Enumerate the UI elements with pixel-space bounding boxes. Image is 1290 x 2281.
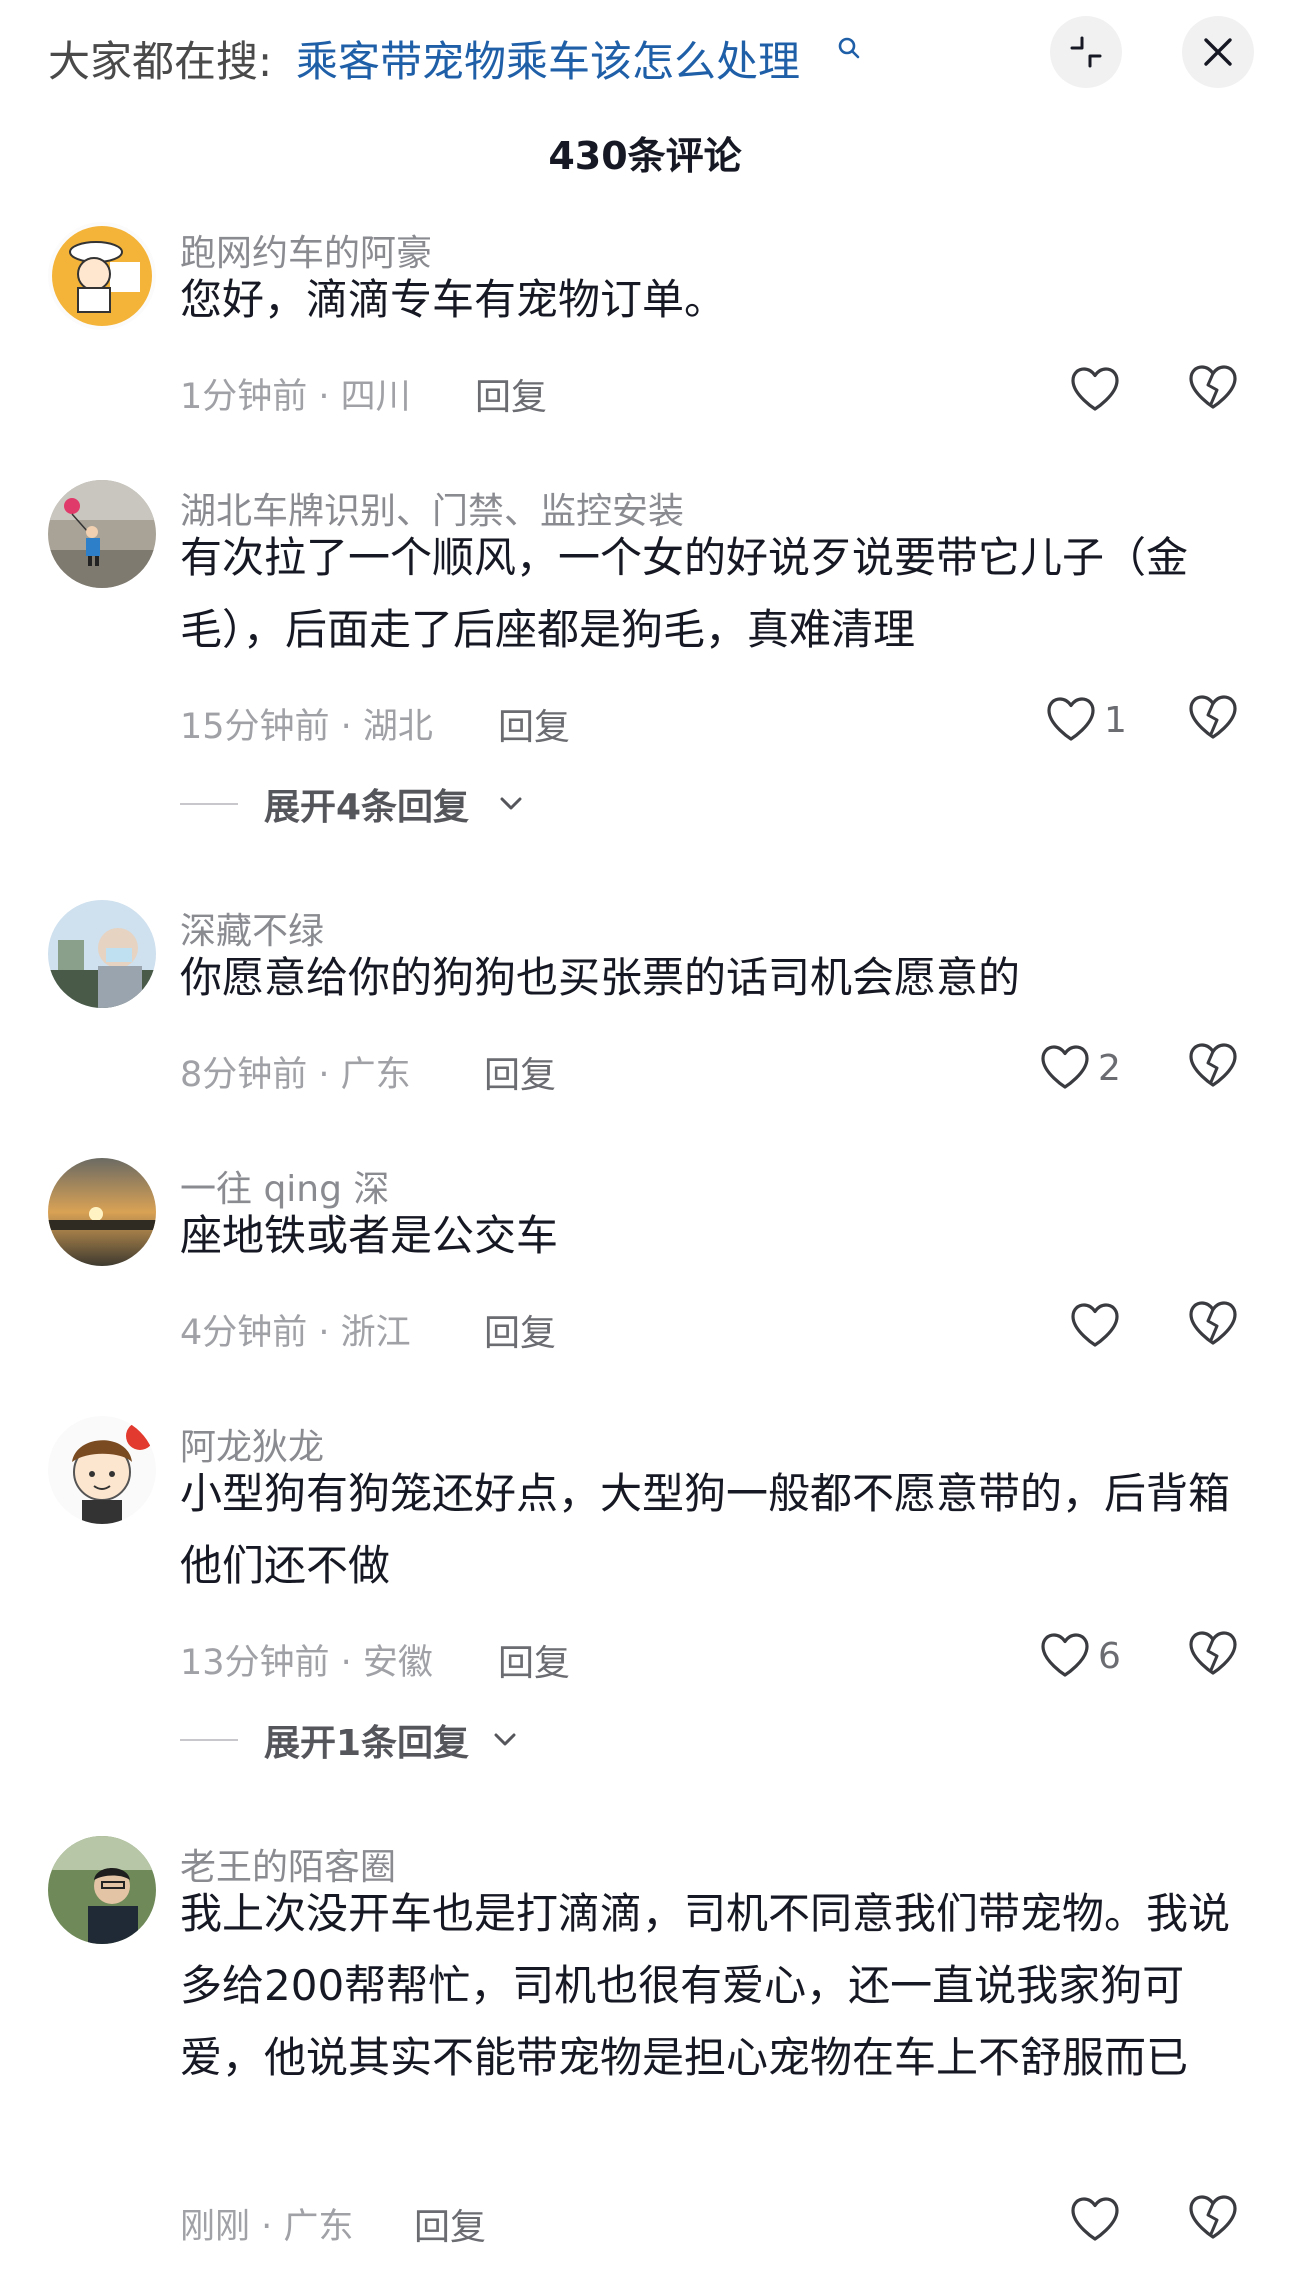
search-suggestion-link[interactable]: 乘客带宠物乘车该怎么处理 (296, 28, 800, 89)
dislike-button[interactable] (1188, 1300, 1244, 1356)
dislike-button[interactable] (1188, 364, 1244, 420)
comment-item: 一往 qing 深 座地铁或者是公交车 4分钟前 · 浙江 回复 (0, 1154, 1290, 1384)
heart-outline-icon (1047, 697, 1095, 741)
comment-time-location: 8分钟前 · 广东 (180, 1055, 411, 1095)
like-button[interactable]: 6 (1040, 1628, 1140, 1684)
like-button[interactable]: 2 (1040, 1040, 1140, 1096)
comment-text: 您好，滴滴专车有宠物订单。 (180, 275, 727, 324)
comment-item: 阿龙狄龙 小型狗有狗笼还好点，大型狗一般都不愿意带的，后背箱他们还不做 13分钟… (0, 1412, 1290, 1792)
reply-button[interactable]: 回复 (498, 1634, 570, 1686)
comment-text: 小型狗有狗笼还好点，大型狗一般都不愿意带的，后背箱他们还不做 (180, 1469, 1231, 1590)
comment-count: 430条评论 (548, 134, 742, 178)
reply-button[interactable]: 回复 (498, 698, 570, 750)
shrink-button[interactable] (1050, 16, 1122, 88)
expand-replies-button[interactable]: 展开4条回复 (180, 778, 560, 828)
reply-button[interactable]: 回复 (414, 2198, 486, 2250)
like-button[interactable] (1070, 2192, 1126, 2248)
chevron-down-icon (500, 797, 522, 810)
shrink-icon (1070, 36, 1102, 68)
reply-button[interactable]: 回复 (475, 368, 547, 420)
dislike-button[interactable] (1188, 1042, 1244, 1098)
broken-heart-icon (1189, 1043, 1237, 1087)
broken-heart-icon (1189, 365, 1237, 409)
reply-button[interactable]: 回复 (484, 1304, 556, 1356)
expand-divider (180, 1739, 238, 1741)
heart-outline-icon (1041, 1633, 1089, 1677)
close-button[interactable] (1182, 16, 1254, 88)
expand-replies-label: 展开1条回复 (264, 1723, 470, 1764)
comment-text: 有次拉了一个顺风，一个女的好说歹说要带它儿子（金毛），后面走了后座都是狗毛，真难… (180, 533, 1189, 654)
comment-item: 老王的陌客圈 我上次没开车也是打滴滴，司机不同意我们带宠物。我说多给200帮帮忙… (0, 1832, 1290, 2272)
comment-text: 你愿意给你的狗狗也买张票的话司机会愿意的 (180, 953, 1021, 1002)
comment-text: 我上次没开车也是打滴滴，司机不同意我们带宠物。我说多给200帮帮忙，司机也很有爱… (180, 1889, 1231, 2082)
avatar[interactable] (48, 900, 156, 1008)
comment-time-location: 刚刚 · 广东 (180, 2207, 354, 2247)
dislike-button[interactable] (1188, 2194, 1244, 2250)
comments-panel: 大家都在搜: 乘客带宠物乘车该怎么处理 430条评论 跑网约车的阿豪 您好，滴滴… (0, 0, 1290, 2281)
heart-outline-icon (1041, 1045, 1089, 1089)
avatar[interactable] (48, 1158, 156, 1266)
chevron-down-icon (494, 1733, 516, 1746)
expand-divider (180, 803, 238, 805)
broken-heart-icon (1189, 695, 1237, 739)
comment-time-location: 1分钟前 · 四川 (180, 377, 411, 417)
comment-text: 座地铁或者是公交车 (180, 1211, 559, 1260)
avatar[interactable] (48, 222, 156, 330)
search-suggestion-prefix: 大家都在搜: (48, 37, 273, 86)
heart-outline-icon (1071, 367, 1119, 411)
comment-item: 湖北车牌识别、门禁、监控安装 有次拉了一个顺风，一个女的好说歹说要带它儿子（金毛… (0, 476, 1290, 856)
avatar[interactable] (48, 480, 156, 588)
like-button[interactable] (1070, 1298, 1126, 1354)
broken-heart-icon (1189, 1631, 1237, 1675)
comment-item: 跑网约车的阿豪 您好，滴滴专车有宠物订单。 1分钟前 · 四川 回复 (0, 218, 1290, 448)
header: 大家都在搜: 乘客带宠物乘车该怎么处理 (0, 0, 1290, 120)
comment-time-location: 4分钟前 · 浙江 (180, 1313, 411, 1353)
heart-outline-icon (1071, 1303, 1119, 1347)
like-count: 1 (1104, 700, 1127, 741)
heart-outline-icon (1071, 2197, 1119, 2241)
comment-time-location: 13分钟前 · 安徽 (180, 1643, 433, 1683)
like-count: 6 (1098, 1636, 1121, 1677)
expand-replies-label: 展开4条回复 (264, 787, 470, 828)
avatar[interactable] (48, 1836, 156, 1944)
broken-heart-icon (1189, 2195, 1237, 2239)
like-button[interactable]: 1 (1046, 692, 1146, 748)
broken-heart-icon (1189, 1301, 1237, 1345)
comment-time-location: 15分钟前 · 湖北 (180, 707, 433, 747)
reply-button[interactable]: 回复 (484, 1046, 556, 1098)
like-count: 2 (1098, 1048, 1121, 1089)
comment-item: 深藏不绿 你愿意给你的狗狗也买张票的话司机会愿意的 8分钟前 · 广东 回复 2 (0, 896, 1290, 1126)
dislike-button[interactable] (1188, 694, 1244, 750)
close-icon (1204, 38, 1232, 66)
search-icon[interactable] (836, 32, 862, 72)
like-button[interactable] (1070, 362, 1126, 418)
dislike-button[interactable] (1188, 1630, 1244, 1686)
avatar[interactable] (48, 1416, 156, 1524)
expand-replies-button[interactable]: 展开1条回复 (180, 1714, 560, 1764)
